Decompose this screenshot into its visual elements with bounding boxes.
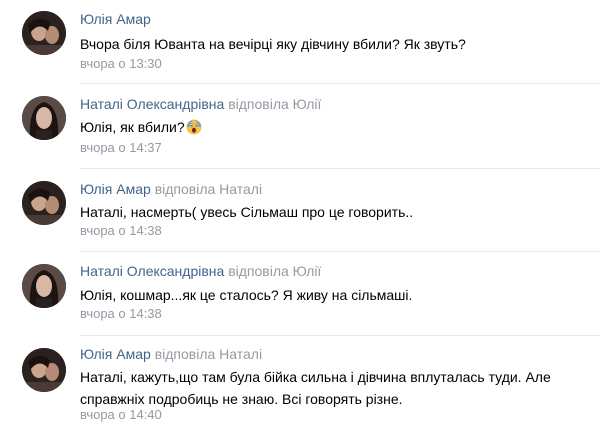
avatar[interactable] <box>22 348 66 392</box>
avatar[interactable] <box>22 96 66 140</box>
author-name[interactable]: Юлія Амар <box>80 346 151 362</box>
reply-to-link[interactable]: відповіла Наталі <box>155 346 262 362</box>
comment-text: Наталі, насмерть( увесь Сільмаш про це г… <box>80 204 414 220</box>
author-name[interactable]: Наталі Олександрівна <box>80 96 224 112</box>
screaming-face-emoji-icon <box>186 119 202 135</box>
reply-to-link[interactable]: відповіла Юлії <box>228 96 321 112</box>
comment-time[interactable]: вчора о 14:37 <box>80 140 162 155</box>
comment-time[interactable]: вчора о 13:30 <box>80 56 162 71</box>
avatar-photo-icon <box>22 264 66 308</box>
author-line: Наталі Олександрівна відповіла Юлії <box>80 96 321 112</box>
comment-time[interactable]: вчора о 14:38 <box>80 306 162 321</box>
comment-text-line: Наталі, кажуть,що там була бійка сильна … <box>80 369 551 385</box>
avatar[interactable] <box>22 181 66 225</box>
comment-text: Юлія, як вбили? <box>80 116 590 138</box>
comment-text: Юлія, кошмар...як це сталось? Я живу на … <box>80 287 413 303</box>
author-name[interactable]: Юлія Амар <box>80 181 151 197</box>
comment-item: Наталі Олександрівна відповіла Юлії Юлія… <box>0 84 600 169</box>
avatar[interactable] <box>22 264 66 308</box>
comment-text-body: Юлія, як вбили? <box>80 119 185 135</box>
author-line: Наталі Олександрівна відповіла Юлії <box>80 263 321 279</box>
author-line: Юлія Амар відповіла Наталі <box>80 181 262 197</box>
author-name[interactable]: Юлія Амар <box>80 11 151 27</box>
comment-text: Наталі, кажуть,що там була бійка сильна … <box>80 366 590 410</box>
avatar-photo-icon <box>22 348 66 392</box>
avatar-photo-icon <box>22 11 66 55</box>
comment-text: Вчора біля Юванта на вечірці яку дівчину… <box>80 36 466 52</box>
author-line: Юлія Амар відповіла Наталі <box>80 346 262 362</box>
author-name[interactable]: Наталі Олександрівна <box>80 263 224 279</box>
reply-to-link[interactable]: відповіла Юлії <box>228 263 321 279</box>
author-line: Юлія Амар <box>80 11 151 27</box>
avatar-photo-icon <box>22 181 66 225</box>
comment-item: Наталі Олександрівна відповіла Юлії Юлія… <box>0 252 600 336</box>
comment-item: Юлія Амар відповіла Наталі Наталі, насме… <box>0 169 600 253</box>
avatar-photo-icon <box>22 96 66 140</box>
reply-to-link[interactable]: відповіла Наталі <box>155 181 262 197</box>
comment-item: Юлія Амар Вчора біля Юванта на вечірці я… <box>0 0 600 84</box>
avatar[interactable] <box>22 11 66 55</box>
comment-time[interactable]: вчора о 14:38 <box>80 223 162 238</box>
comment-time[interactable]: вчора о 14:40 <box>80 407 162 422</box>
comment-item: Юлія Амар відповіла Наталі Наталі, кажут… <box>0 336 600 422</box>
